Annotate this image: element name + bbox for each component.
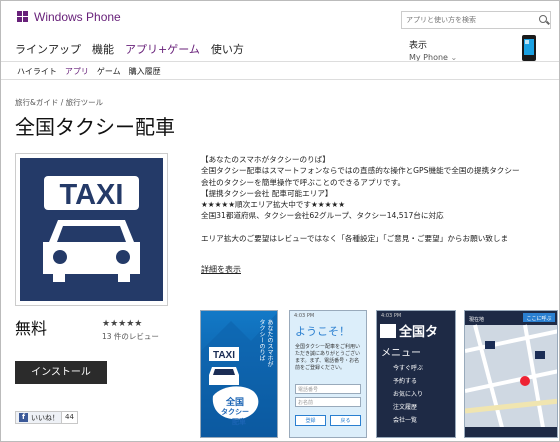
screenshot-4-map: 現在地 ここに呼ぶ <box>465 311 557 437</box>
screenshot-1-brand: 配車 <box>232 417 246 426</box>
rating-stars: ★★★★★ <box>102 319 142 329</box>
price: 無料 <box>15 319 48 338</box>
screenshot-4[interactable]: 現在地 ここに呼ぶ <box>464 310 558 438</box>
app-description: 【あなたのスマホがタクシーのりば】 全国タクシー配車はスマートフォンならではの直… <box>201 154 556 244</box>
description-line: 【あなたのスマホがタクシーのりば】 <box>201 155 330 164</box>
screenshot-2-status: 4:03 PM <box>294 313 315 319</box>
install-button[interactable]: インストール <box>15 361 107 384</box>
search-input[interactable] <box>406 16 531 24</box>
screenshot-1[interactable]: TAXI 全国 タクシー 配車 あなたのスマホが タクシーのりば <box>200 310 278 438</box>
phone-icon <box>522 35 536 61</box>
description-line: 全国タクシー配車はスマートフォンならではの直感的な操作とGPS機能で全国の提携タ… <box>201 166 520 176</box>
description-line: 【提携タクシー会社 配車可能エリア】 <box>201 188 333 198</box>
screenshot-1-taxi: TAXI <box>213 350 235 361</box>
main-nav-features[interactable]: 機能 <box>92 41 114 57</box>
sub-nav: ハイライト アプリ ゲーム 購入履歴 <box>17 66 161 77</box>
screenshot-3-menu: メニュー <box>381 348 421 359</box>
show-details-link[interactable]: 詳細を表示 <box>201 264 241 275</box>
taxi-icon-text: TAXI <box>60 179 124 211</box>
screenshot-3-title: 全国タ <box>399 325 439 340</box>
main-nav: ラインアップ 機能 アプリ+ゲーム 使い方 <box>15 41 244 57</box>
taxi-icon: TAXI <box>43 176 140 282</box>
search-icon[interactable] <box>539 15 547 23</box>
screenshot-2-field: お名前 <box>295 397 361 407</box>
like-label: いいね！ <box>31 413 59 422</box>
description-line: 会社のタクシーを簡単操作で呼ぶことのできるアプリです。 <box>201 177 406 187</box>
display-label: 表示 <box>409 41 428 51</box>
like-count: 44 <box>61 411 78 424</box>
screenshot-3[interactable]: 4:03 PM 全国タ メニュー 今すぐ呼ぶ 予約する お気に入り 注文履歴 会… <box>376 310 456 438</box>
screenshot-2-welcome: ようこそ！ <box>295 325 350 338</box>
screenshot-1-vertical-text: あなたのスマホが タクシーのりば <box>258 319 273 367</box>
screenshot-3-status: 4:03 PM <box>381 313 402 319</box>
app-icon: TAXI <box>15 153 168 306</box>
screenshot-1-brand: 全国 <box>225 396 244 408</box>
search-box[interactable] <box>401 11 551 29</box>
description-line: 全国31都道府県、タクシー会社62グループ、タクシー14,517台に対応 <box>201 211 444 221</box>
screenshot-4-status: 現在地 <box>469 316 484 323</box>
screenshot-2-field: 電話番号 <box>295 384 361 394</box>
screenshot-3-item: 今すぐ呼ぶ <box>393 365 424 372</box>
divider <box>1 61 559 62</box>
page-frame: Windows Phone ラインアップ 機能 アプリ+ゲーム 使い方 表示 M… <box>0 0 560 442</box>
facebook-icon: f <box>19 413 28 422</box>
star-rating-icon: ★★★★★ <box>102 319 143 329</box>
screenshot-3-item: 注文履歴 <box>393 404 418 411</box>
description-line: ★★★★★順次エリア拡大中です★★★★★ <box>201 200 346 210</box>
sub-nav-purchase-history[interactable]: 購入履歴 <box>129 66 161 77</box>
top-bar: Windows Phone <box>1 1 559 35</box>
display-selector[interactable]: 表示 My Phone ⌄ <box>409 38 457 62</box>
facebook-like-button[interactable]: f いいね！ <box>15 411 63 424</box>
description-line: エリア拡大のご要望はレビューではなく「各種設定」「ご意見・ご要望」からお願い致し… <box>201 233 509 243</box>
sub-nav-highlights[interactable]: ハイライト <box>17 66 57 77</box>
screenshot-3-item: 予約する <box>393 378 418 385</box>
review-count[interactable]: 13 件のレビュー <box>102 331 159 342</box>
brand-name[interactable]: Windows Phone <box>34 10 121 24</box>
sub-nav-games[interactable]: ゲーム <box>97 66 121 77</box>
screenshot-2-button: 登録 <box>295 415 326 426</box>
screenshot-2-body: 全国タクシー配車をご利用いただき誠にありがとうございます。まず、電話番号・お名前… <box>295 344 361 371</box>
screenshot-4-button: ここに呼ぶ <box>526 315 551 322</box>
divider <box>1 79 559 80</box>
main-nav-lineup[interactable]: ラインアップ <box>15 41 81 57</box>
breadcrumb[interactable]: 旅行&ガイド / 旅行ツール <box>15 97 103 108</box>
screenshot-3-item: お気に入り <box>393 391 424 398</box>
page-title: 全国タクシー配車 <box>15 115 175 139</box>
screenshot-3-item: 会社一覧 <box>393 417 418 424</box>
main-nav-how-to[interactable]: 使い方 <box>211 41 244 57</box>
screenshot-2-button: 戻る <box>330 415 361 426</box>
screenshot-2[interactable]: 4:03 PM ようこそ！ 全国タクシー配車をご利用いただき誠にありがとうござい… <box>289 310 367 438</box>
windows-logo-icon[interactable] <box>17 11 29 23</box>
taxi-icon <box>380 323 396 338</box>
sub-nav-apps[interactable]: アプリ <box>65 66 89 77</box>
screenshot-1-brand: タクシー <box>221 407 249 416</box>
main-nav-apps-games[interactable]: アプリ+ゲーム <box>125 41 200 57</box>
